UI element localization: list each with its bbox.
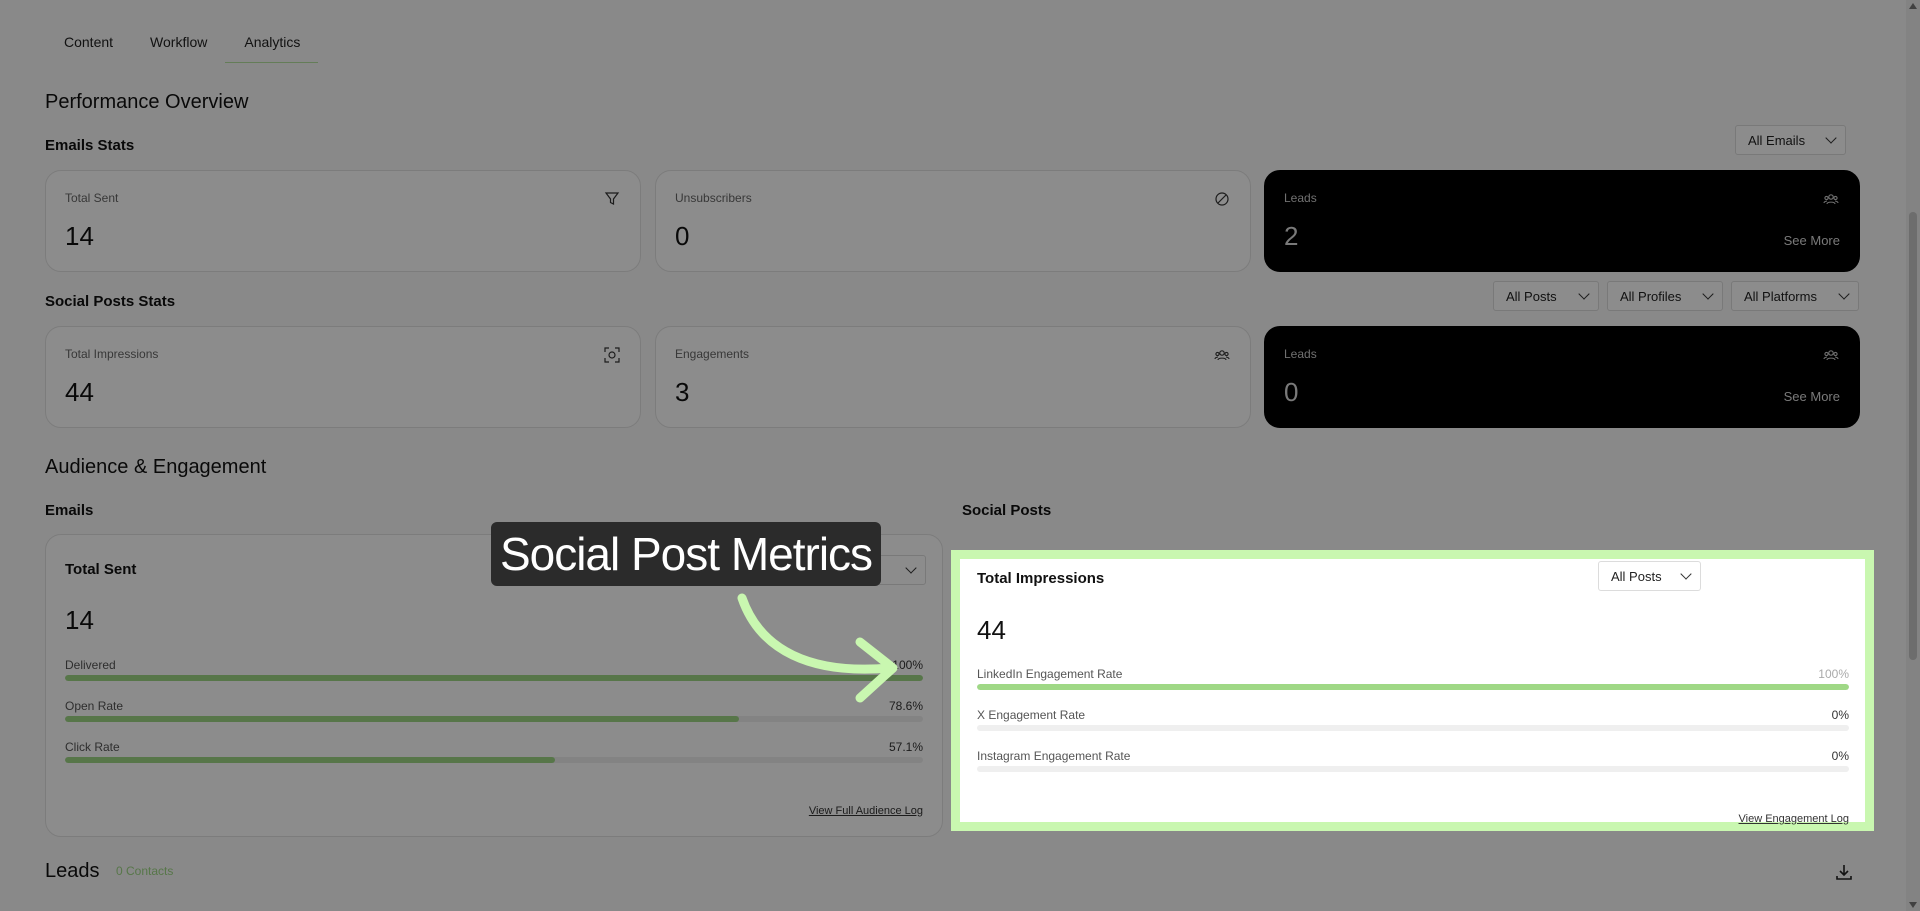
chevron-down-icon bbox=[1578, 288, 1590, 300]
tab-bar: Content Workflow Analytics bbox=[45, 28, 319, 63]
progress-fill bbox=[977, 684, 1849, 690]
panel-title: Total Impressions bbox=[977, 570, 1105, 587]
card-value: 44 bbox=[65, 377, 94, 407]
card-unsubscribers: Unsubscribers 0 bbox=[655, 170, 1251, 272]
audience-emails-title: Emails bbox=[45, 502, 94, 519]
card-value: 2 bbox=[1284, 221, 1299, 251]
metric-label: Open Rate bbox=[65, 699, 124, 713]
scroll-down-arrow[interactable] bbox=[1909, 902, 1917, 908]
people-icon bbox=[1214, 350, 1230, 361]
posts-filter-value: All Posts bbox=[1506, 288, 1557, 304]
card-value: 0 bbox=[675, 221, 690, 251]
metric-value: 100% bbox=[1818, 667, 1849, 681]
chevron-down-icon bbox=[1680, 568, 1692, 580]
audience-title: Audience & Engagement bbox=[45, 456, 267, 478]
tab-content[interactable]: Content bbox=[45, 28, 131, 63]
view-audience-log-link[interactable]: View Full Audience Log bbox=[809, 805, 923, 817]
metric-label: Instagram Engagement Rate bbox=[977, 749, 1131, 763]
social-engagement-panel: Total Impressions All Posts 44 LinkedIn … bbox=[970, 559, 1856, 825]
chevron-down-icon bbox=[1702, 288, 1714, 300]
posts-filter-dropdown[interactable]: All Posts bbox=[1493, 281, 1599, 311]
view-engagement-log-link[interactable]: View Engagement Log bbox=[1739, 813, 1850, 825]
social-panel-filter-dropdown[interactable]: All Posts bbox=[1598, 561, 1701, 591]
chevron-down-icon bbox=[905, 562, 917, 574]
scroll-up-arrow[interactable] bbox=[1909, 3, 1917, 9]
tab-workflow[interactable]: Workflow bbox=[131, 28, 225, 63]
tab-analytics[interactable]: Analytics bbox=[225, 28, 319, 63]
card-email-leads[interactable]: Leads 2 See More bbox=[1264, 170, 1860, 272]
callout-arrow-icon bbox=[737, 593, 898, 703]
metric-label: Click Rate bbox=[65, 740, 120, 754]
performance-title: Performance Overview bbox=[45, 91, 249, 113]
card-social-leads[interactable]: Leads 0 See More bbox=[1264, 326, 1860, 428]
metric-instagram: Instagram Engagement Rate 0% bbox=[977, 749, 1849, 789]
metric-value: 57.1% bbox=[888, 740, 923, 754]
platforms-filter-dropdown[interactable]: All Platforms bbox=[1731, 281, 1859, 311]
profiles-filter-value: All Profiles bbox=[1620, 288, 1682, 304]
people-icon bbox=[1823, 194, 1839, 205]
card-label: Total Sent bbox=[65, 191, 119, 205]
scan-icon bbox=[604, 347, 620, 363]
panel-value: 14 bbox=[65, 605, 94, 635]
emails-stats-title: Emails Stats bbox=[45, 137, 135, 154]
card-value: 14 bbox=[65, 221, 94, 251]
metric-click-rate: Click Rate 57.1% bbox=[65, 740, 923, 780]
progress-track bbox=[977, 725, 1849, 731]
progress-track bbox=[977, 766, 1849, 772]
progress-track bbox=[65, 757, 923, 763]
progress-track bbox=[977, 684, 1849, 690]
card-label: Total Impressions bbox=[65, 347, 159, 361]
people-icon bbox=[1823, 350, 1839, 361]
scroll-thumb[interactable] bbox=[1909, 212, 1917, 660]
metric-label: Delivered bbox=[65, 658, 116, 672]
emails-filter-dropdown[interactable]: All Emails bbox=[1735, 125, 1846, 155]
card-label: Leads bbox=[1284, 191, 1317, 205]
metric-value: 0% bbox=[1831, 708, 1849, 722]
metric-label: X Engagement Rate bbox=[977, 708, 1086, 722]
card-label: Leads bbox=[1284, 347, 1317, 361]
platforms-filter-value: All Platforms bbox=[1744, 288, 1817, 304]
panel-title: Total Sent bbox=[65, 561, 137, 578]
callout-label: Social Post Metrics bbox=[491, 522, 881, 586]
card-value: 3 bbox=[675, 377, 690, 407]
metric-value: 0% bbox=[1831, 749, 1849, 763]
leads-title: Leads bbox=[45, 860, 100, 882]
see-more-link[interactable]: See More bbox=[1784, 233, 1840, 248]
filter-value: All Posts bbox=[1611, 568, 1662, 584]
chevron-down-icon bbox=[1825, 132, 1837, 144]
emails-filter-value: All Emails bbox=[1748, 132, 1806, 148]
audience-social-title: Social Posts bbox=[962, 502, 1052, 519]
metric-linkedin: LinkedIn Engagement Rate 100% bbox=[977, 667, 1849, 707]
page-scrollbar[interactable] bbox=[1906, 0, 1920, 911]
leads-count: 0 Contacts bbox=[116, 864, 174, 878]
progress-fill bbox=[65, 757, 555, 763]
social-stats-title: Social Posts Stats bbox=[45, 293, 176, 310]
card-value: 0 bbox=[1284, 377, 1299, 407]
card-total-impressions: Total Impressions 44 bbox=[45, 326, 641, 428]
card-label: Engagements bbox=[675, 347, 750, 361]
card-label: Unsubscribers bbox=[675, 191, 752, 205]
panel-value: 44 bbox=[977, 615, 1006, 645]
profiles-filter-dropdown[interactable]: All Profiles bbox=[1607, 281, 1723, 311]
progress-track bbox=[65, 716, 923, 722]
card-engagements: Engagements 3 bbox=[655, 326, 1251, 428]
metric-x: X Engagement Rate 0% bbox=[977, 708, 1849, 748]
funnel-icon bbox=[604, 192, 620, 205]
card-total-sent: Total Sent 14 bbox=[45, 170, 641, 272]
download-icon[interactable] bbox=[1834, 862, 1854, 882]
see-more-link[interactable]: See More bbox=[1784, 389, 1840, 404]
metric-label: LinkedIn Engagement Rate bbox=[977, 667, 1123, 681]
block-icon bbox=[1215, 192, 1229, 206]
highlight-frame: Total Impressions All Posts 44 LinkedIn … bbox=[951, 550, 1874, 831]
chevron-down-icon bbox=[1838, 288, 1850, 300]
progress-fill bbox=[65, 716, 740, 722]
